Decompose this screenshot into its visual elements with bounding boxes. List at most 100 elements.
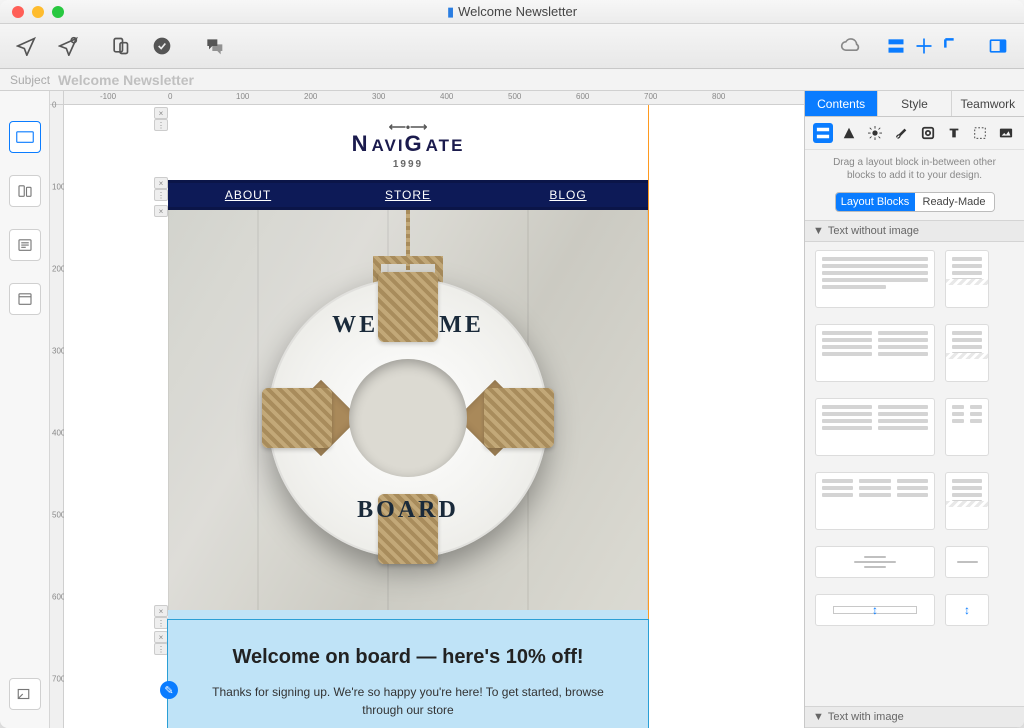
layout-thumb-single-sm[interactable] [945,250,989,308]
layout-thumb-2col-sm[interactable] [945,324,989,382]
ruler-tick: 800 [712,92,725,101]
canvas[interactable]: -1000100200300400500600700800 0100200300… [50,91,804,728]
layout-thumb-3col[interactable] [815,472,935,530]
block-handle[interactable]: × [154,107,168,119]
segment-layout-blocks[interactable]: Layout Blocks [836,193,915,211]
headline[interactable]: Welcome on board — here's 10% off! [198,646,618,669]
heading-block-icon[interactable] [839,123,859,143]
desktop-view-button[interactable] [9,121,41,153]
ruler-tick: 0 [52,101,56,110]
brand-year: 1999 [168,159,648,170]
layout-thumb-single[interactable] [815,250,935,308]
subject-value[interactable]: Welcome Newsletter [58,72,194,88]
section-text-with-image[interactable]: ▼Text with image [805,706,1024,728]
minimize-window-icon[interactable] [32,6,44,18]
ruler-tick: 600 [576,92,589,101]
expand-icon: ↕ [964,603,970,617]
segment-ready-made[interactable]: Ready-Made [915,193,994,211]
nav-blog[interactable]: BLOG [488,183,648,207]
selection-block-icon[interactable] [970,123,990,143]
compass-icon: ⟵•⟶ [168,123,648,131]
burst-block-icon[interactable] [865,123,885,143]
ruler-tick: 700 [644,92,657,101]
source-view-button[interactable] [9,283,41,315]
section-text-without-image[interactable]: ▼Text without image [805,220,1024,242]
text-block-selected[interactable]: ✎ Welcome on board — here's 10% off! Tha… [168,620,648,728]
brush-block-icon[interactable] [891,123,911,143]
panel-tabs: Contents Style Teamwork [805,91,1024,117]
block-handle[interactable]: × [154,631,168,643]
blocks-list: ↕ ↕ [805,242,1024,706]
zoom-toggle-button[interactable] [9,678,41,710]
guide-vertical[interactable] [648,105,649,728]
ruler-tick: 500 [508,92,521,101]
window-controls [0,6,64,18]
layout-block-icon[interactable] [813,123,833,143]
block-handle[interactable]: × [154,205,168,217]
ruler-tick: 300 [372,92,385,101]
block-handle[interactable]: ⋮ [154,119,168,131]
layout-thumb-spacer[interactable]: ↕ [815,594,935,626]
expand-icon: ↕ [872,603,878,617]
subject-label: Subject [10,73,50,87]
layout-thumb-list-sm[interactable] [945,398,989,456]
layout-corners-button[interactable] [938,32,966,60]
toggle-panel-button[interactable] [984,32,1012,60]
layout-thumb-2col-alt[interactable] [815,398,935,456]
block-handle[interactable]: ⋮ [154,643,168,655]
brand-name: NAVIGATE [352,131,465,156]
close-window-icon[interactable] [12,6,24,18]
brand-logo[interactable]: ⟵•⟶ NAVIGATE 1999 [168,105,648,180]
toolbar [0,24,1024,69]
send-button[interactable] [54,32,82,60]
nav-about[interactable]: ABOUT [168,183,328,207]
ruler-tick: -100 [100,92,116,101]
selection-badge-icon[interactable]: ✎ [160,681,178,699]
body-text[interactable]: Thanks for signing up. We're so happy yo… [198,683,618,719]
text-view-button[interactable] [9,229,41,261]
tab-teamwork[interactable]: Teamwork [952,91,1024,116]
window-title: ▮ Welcome Newsletter [0,4,1024,20]
preview-button[interactable] [106,32,134,60]
image-block-icon[interactable] [918,123,938,143]
mobile-view-button[interactable] [9,175,41,207]
titlebar: ▮ Welcome Newsletter [0,0,1024,24]
ruler-tick: 0 [168,92,172,101]
inspector-panel: Contents Style Teamwork Drag a layout bl… [804,91,1024,728]
hero-image-block[interactable]: WELCOME 01 01 BOARD [168,210,648,610]
block-handle[interactable]: ⋮ [154,189,168,201]
layout-thumb-spacer-sm[interactable]: ↕ [945,594,989,626]
layout-thumb-divider[interactable] [815,546,935,578]
feedback-button[interactable] [200,32,228,60]
cloud-sync-button[interactable] [836,32,864,60]
check-button[interactable] [148,32,176,60]
media-block-icon[interactable] [996,123,1016,143]
block-handle[interactable]: × [154,605,168,617]
disclosure-icon: ▼ [813,711,824,723]
nav-bar: ABOUT STORE BLOG [168,180,648,210]
send-test-button[interactable] [12,32,40,60]
panel-hint: Drag a layout block in-between other blo… [805,150,1024,188]
ruler-tick: 400 [440,92,453,101]
layout-thumb-3col-sm[interactable] [945,472,989,530]
ruler-tick: 200 [304,92,317,101]
layout-guides-button[interactable] [910,32,938,60]
nav-store[interactable]: STORE [328,183,488,207]
tab-contents[interactable]: Contents [805,91,878,116]
layout-thumb-2col[interactable] [815,324,935,382]
block-handle[interactable]: × [154,177,168,189]
zoom-window-icon[interactable] [52,6,64,18]
window-title-text: Welcome Newsletter [458,4,577,19]
tab-style[interactable]: Style [878,91,951,116]
ruler-horizontal[interactable]: -1000100200300400500600700800 [64,91,804,105]
subject-bar: Subject Welcome Newsletter [0,69,1024,91]
block-handle[interactable]: ⋮ [154,617,168,629]
block-type-row [805,117,1024,150]
layout-thumb-divider-sm[interactable] [945,546,989,578]
text-block-icon[interactable] [944,123,964,143]
disclosure-icon: ▼ [813,225,824,237]
layout-rows-button[interactable] [882,32,910,60]
email-document[interactable]: × ⋮ × ⋮ × × ⋮ × ⋮ ⟵•⟶ NAVIGATE 1999 AB [168,105,648,728]
document-icon: ▮ [447,4,454,19]
ruler-vertical[interactable]: 0100200300400500600700 [50,105,64,728]
